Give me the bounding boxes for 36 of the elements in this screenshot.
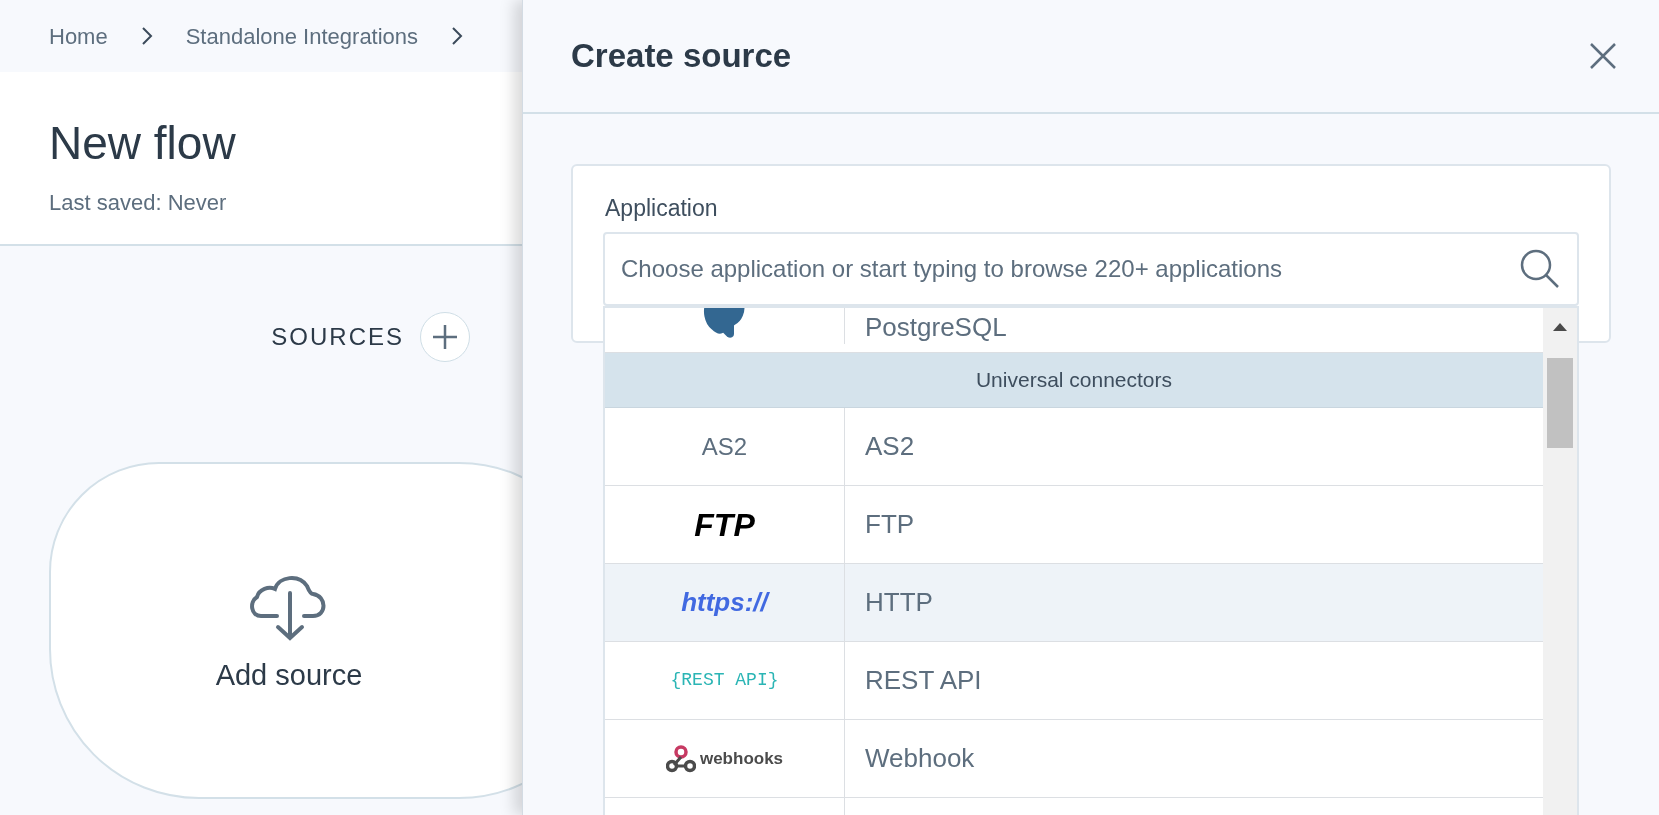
application-option[interactable]: PostgreSQL [605,308,1543,353]
application-option[interactable]: {REST API} REST API [605,642,1543,720]
application-search-field[interactable]: Choose application or start typing to browse 220+ applications [603,232,1579,306]
application-option[interactable]: https:// HTTP [605,564,1543,642]
logo-text: webhooks [699,747,784,770]
application-name: Webhook [864,742,975,775]
application-option[interactable]: FTP FTP [605,486,1543,564]
logo-text: https:// [681,586,768,619]
plus-icon [431,323,459,351]
chevron-right-icon [450,25,465,47]
breadcrumb-link[interactable]: Home [49,19,108,53]
last-saved-text: Last saved: Never [49,189,228,217]
page-title: New flow [49,120,237,166]
application-option[interactable]: webhooks Webhook [605,720,1543,798]
add-icon-button[interactable] [420,312,470,362]
panel-title: Create source [571,36,792,77]
scrollbar[interactable] [1543,308,1577,815]
chevron-right-icon [139,25,154,47]
application-name: FTP [864,508,915,541]
webhook-icon [665,744,696,773]
group-header: Universal connectors [605,353,1543,408]
breadcrumb-link[interactable]: Standalone Integrations [185,19,419,53]
field-label: Application [605,195,718,221]
application-name: HTTP [864,586,933,619]
application-name: PostgreSQL [864,311,1007,344]
application-option[interactable]: AS2 AS2 [605,408,1543,486]
section-label: SOURCES [271,322,404,352]
scrollbar-thumb[interactable] [1547,358,1573,448]
search-icon [1519,248,1561,290]
logo-text: {REST API} [670,669,779,692]
scroll-up-icon [1552,322,1568,332]
close-icon [1589,42,1617,70]
application-name: AS2 [864,430,915,463]
logo-text: AS2 [701,431,748,462]
logo-text: FTP [694,505,755,545]
application-name: REST API [864,664,982,697]
